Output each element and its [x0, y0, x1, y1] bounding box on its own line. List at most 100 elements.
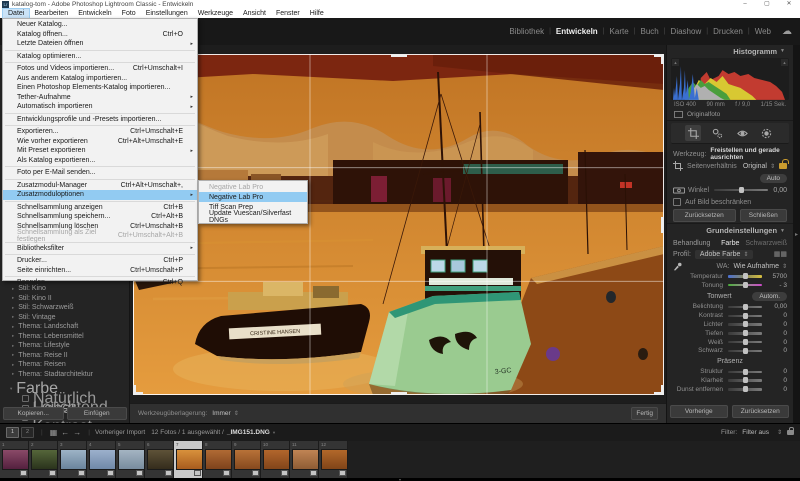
slider-thumb[interactable] [743, 339, 748, 345]
slider-value[interactable]: 0 [767, 347, 787, 354]
preset-item[interactable]: ▸Thema: Landschaft [0, 322, 129, 332]
module-entwickeln[interactable]: Entwickeln [551, 27, 603, 36]
menu-item-schnellsammlung-speichern[interactable]: Schnellsammlung speichern...Ctrl+Alt+B [3, 212, 197, 222]
filmstrip-thumbnail-12[interactable]: 12 [319, 441, 348, 478]
slider-value[interactable]: 0,00 [767, 303, 787, 310]
minimize-button[interactable]: – [734, 0, 756, 9]
slider-thumb[interactable] [743, 313, 748, 319]
slider-value[interactable]: 0 [767, 368, 787, 375]
menu-item-automatisch-importieren[interactable]: Automatisch importieren▸ [3, 102, 197, 112]
menu-item-neuer-katalog[interactable]: Neuer Katalog... [3, 20, 197, 30]
preset-item[interactable]: ▸Thema: Reise II [0, 351, 129, 361]
slider-thumb[interactable] [743, 377, 748, 383]
slider-track[interactable] [728, 379, 762, 382]
slider-thumb[interactable] [743, 321, 748, 327]
slider-thumb[interactable] [743, 348, 748, 354]
back-arrow-icon[interactable]: ← [61, 428, 69, 437]
menubar-item-ansicht[interactable]: Ansicht [238, 9, 271, 18]
menubar-item-foto[interactable]: Foto [117, 9, 141, 18]
menubar-item-hilfe[interactable]: Hilfe [305, 9, 329, 18]
slider-value[interactable]: 0 [767, 312, 787, 319]
photo-canvas[interactable]: CRISTINE HANSEN 3-GC [133, 54, 664, 395]
slider-value[interactable]: 0 [767, 339, 787, 346]
menu-item-zusatzmoduloptionen[interactable]: Zusatzmoduloptionen▸ [3, 190, 197, 200]
slider-thumb[interactable] [743, 369, 748, 375]
paste-button[interactable]: Einfügen [67, 407, 128, 420]
menu-item-wie-vorher-exportieren[interactable]: Wie vorher exportierenCtrl+Alt+Umschalt+… [3, 137, 197, 147]
filter-value[interactable]: Filter aus [742, 429, 769, 436]
filmstrip-thumbnail-11[interactable]: 11 [290, 441, 319, 478]
menu-item-entwicklungsprofile-und-presets-importieren[interactable]: Entwicklungsprofile und -Presets importi… [3, 115, 197, 125]
grid-view-icon[interactable]: ▦ [50, 428, 58, 437]
angle-slider[interactable] [714, 189, 768, 192]
close-button[interactable]: ✕ [778, 0, 800, 9]
aspect-dropdown-icon[interactable]: ⇕ [770, 163, 775, 170]
preset-item[interactable]: ▸Stil: Kino II [0, 294, 129, 304]
filter-dropdown-icon[interactable]: ⇕ [777, 429, 782, 436]
menu-item-schnellsammlung-anzeigen[interactable]: Schnellsammlung anzeigenCtrl+B [3, 203, 197, 213]
menu-item-einen-photoshop-elements-katalog-importieren[interactable]: Einen Photoshop Elements-Katalog importi… [3, 83, 197, 93]
menu-item-drucker[interactable]: Drucker...Ctrl+P [3, 256, 197, 266]
healing-tool-icon[interactable] [710, 125, 726, 141]
menu-item-aus-anderem-katalog-importieren[interactable]: Aus anderem Katalog importieren... [3, 74, 197, 84]
menu-item-tether-aufnahme[interactable]: Tether-Aufnahme▸ [3, 93, 197, 103]
treatment-color[interactable]: Farbe [721, 240, 739, 247]
menu-item-exportieren[interactable]: Exportieren...Ctrl+Umschalt+E [3, 127, 197, 137]
filmstrip-thumbnail-3[interactable]: 3 [58, 441, 87, 478]
right-panel-collapse[interactable]: ▸ [793, 45, 800, 423]
module-drucken[interactable]: Drucken [708, 27, 748, 36]
histogram[interactable]: ▲ ▲ [671, 58, 789, 100]
filmstrip-thumbnail-10[interactable]: 10 [261, 441, 290, 478]
filmstrip-thumbnail-9[interactable]: 9 [232, 441, 261, 478]
profile-select[interactable]: Adobe Farbe ⇕ [695, 250, 754, 259]
preset-item[interactable]: ▸Thema: Lifestyle [0, 341, 129, 351]
menu-item-bibliotheksfilter[interactable]: Bibliotheksfilter▸ [3, 244, 197, 254]
reset-button[interactable]: Zurücksetzen [732, 405, 790, 418]
preset-item[interactable]: ▸Stil: Vintage [0, 313, 129, 323]
histogram-header[interactable]: Histogramm ▼ [667, 45, 793, 57]
filter-lock-icon[interactable] [787, 430, 794, 435]
slider-track[interactable] [728, 284, 762, 287]
menu-item-fotos-und-videos-importieren[interactable]: Fotos und Videos importieren...Ctrl+Umsc… [3, 64, 197, 74]
crop-tool-icon[interactable] [685, 125, 701, 141]
module-bibliothek[interactable]: Bibliothek [504, 27, 549, 36]
slider-thumb[interactable] [743, 282, 748, 288]
original-photo-row[interactable]: Originalfoto [667, 109, 793, 121]
menu-item-katalog-ffnen[interactable]: Katalog öffnen...Ctrl+O [3, 30, 197, 40]
module-diashow[interactable]: Diashow [666, 27, 707, 36]
aspect-value[interactable]: Original [743, 163, 767, 170]
slider-thumb[interactable] [743, 386, 748, 392]
aspect-lock-icon[interactable] [779, 163, 787, 169]
menu-item-als-katalog-exportieren[interactable]: Als Katalog exportieren... [3, 156, 197, 166]
slider-track[interactable] [728, 306, 762, 309]
auto-tone-button[interactable]: Autom. [752, 292, 787, 301]
submenu-item-update-vuescan-silverfast-dngs[interactable]: Update Vuescan/Silverfast DNGs [199, 212, 307, 222]
filmstrip-thumbnail-8[interactable]: 8 [203, 441, 232, 478]
filmstrip-thumbnail-5[interactable]: 5 [116, 441, 145, 478]
shadow-clipping-icon[interactable]: ▲ [672, 59, 679, 66]
crop-close-button[interactable]: Schließen [740, 209, 788, 222]
slider-track[interactable] [728, 341, 762, 344]
filmstrip-thumbnail-7[interactable]: 7 [174, 441, 203, 478]
module-buch[interactable]: Buch [635, 27, 663, 36]
slider-track[interactable] [728, 371, 762, 374]
masking-tool-icon[interactable] [759, 125, 775, 141]
constrain-checkbox[interactable] [673, 198, 681, 206]
slider-track[interactable] [728, 275, 762, 278]
menu-item-schnellsammlung-als-ziel-festlegen[interactable]: Schnellsammlung als Ziel festlegenCtrl+U… [3, 231, 197, 241]
preset-item[interactable]: ▸Thema: Lebensmittel [0, 332, 129, 342]
slider-value[interactable]: 0 [767, 377, 787, 384]
slider-thumb[interactable] [743, 273, 748, 279]
monitor1-button[interactable]: 1 [6, 427, 19, 438]
slider-value[interactable]: 0 [767, 330, 787, 337]
cloud-sync-icon[interactable]: ☁ [782, 26, 792, 37]
profile-browser-icon[interactable]: ▦▦ [774, 250, 787, 258]
overlay-dropdown-icon[interactable]: ⇕ [234, 410, 239, 417]
filmstrip-thumbnail-4[interactable]: 4 [87, 441, 116, 478]
wb-dropdown-icon[interactable]: ⇕ [782, 263, 787, 270]
module-karte[interactable]: Karte [605, 27, 634, 36]
eyedropper-icon[interactable] [673, 262, 682, 271]
slider-thumb[interactable] [743, 330, 748, 336]
menubar-item-werkzeuge[interactable]: Werkzeuge [193, 9, 238, 18]
chevron-down-icon[interactable]: ▾ [273, 430, 275, 436]
